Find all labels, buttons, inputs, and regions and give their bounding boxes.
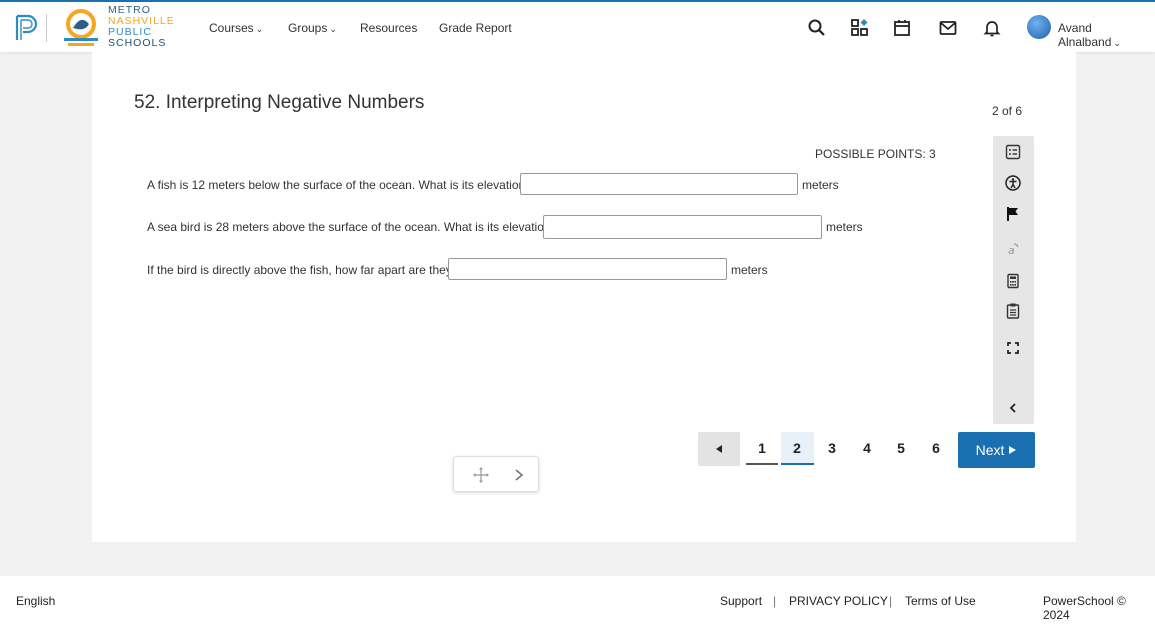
- chevron-down-icon: ⌄: [1113, 38, 1121, 48]
- footer-separator: |: [889, 594, 893, 608]
- question-title: 52. Interpreting Negative Numbers: [134, 92, 425, 113]
- possible-points: POSSIBLE POINTS: 3: [815, 147, 936, 161]
- collapse-icon[interactable]: [1004, 399, 1022, 417]
- question-counter: 2 of 6: [992, 104, 1023, 118]
- page-link-4[interactable]: 4: [856, 440, 878, 456]
- page-link-2[interactable]: 2: [786, 440, 808, 456]
- user-menu[interactable]: Avand Alnalband ⌄: [1058, 21, 1155, 49]
- current-page-indicator: [781, 463, 814, 465]
- powerschool-logo-icon[interactable]: [14, 14, 40, 42]
- question-panel: [92, 52, 1076, 542]
- nav-resources[interactable]: Resources: [360, 21, 417, 35]
- answer-input[interactable]: [520, 173, 798, 195]
- question-prompt: A fish is 12 meters below the surface of…: [147, 178, 532, 192]
- accessibility-icon[interactable]: [1004, 174, 1022, 192]
- answer-input[interactable]: [448, 258, 727, 280]
- floating-nav-control: [453, 456, 539, 492]
- nav-grade-report[interactable]: Grade Report: [439, 21, 512, 35]
- next-button-label: Next: [975, 442, 1005, 458]
- mail-icon[interactable]: [938, 18, 958, 38]
- logo-divider: [46, 14, 47, 42]
- caret-right-icon: [1009, 446, 1017, 454]
- district-name-line: SCHOOLS: [108, 37, 167, 49]
- chevron-right-icon[interactable]: [512, 467, 526, 483]
- page-link-6[interactable]: 6: [925, 440, 947, 456]
- calendar-icon[interactable]: [892, 18, 912, 38]
- unit-label: meters: [826, 220, 863, 234]
- page-link-1[interactable]: 1: [751, 440, 773, 456]
- text-to-speech-icon[interactable]: a: [1004, 240, 1022, 258]
- unit-label: meters: [731, 263, 768, 277]
- nav-groups-label: Groups: [288, 21, 328, 35]
- language-selector[interactable]: English: [16, 594, 55, 608]
- previous-button[interactable]: [698, 432, 740, 466]
- search-icon[interactable]: [807, 18, 827, 38]
- district-name: METRO NASHVILLE PUBLIC SCHOOLS: [108, 5, 175, 49]
- footer: English Support | PRIVACY POLICY | Terms…: [0, 576, 1155, 624]
- chevron-down-icon: ⌄: [255, 24, 264, 34]
- avatar[interactable]: [1027, 15, 1051, 39]
- caret-left-icon: [716, 445, 722, 453]
- question-prompt: A sea bird is 28 meters above the surfac…: [147, 220, 558, 234]
- svg-text:a: a: [1008, 244, 1015, 257]
- district-logo-icon[interactable]: [58, 6, 104, 48]
- unit-label: meters: [802, 178, 839, 192]
- calculator-icon[interactable]: [1004, 272, 1022, 290]
- support-link[interactable]: Support: [720, 594, 762, 608]
- fullscreen-icon[interactable]: [1004, 339, 1022, 357]
- page-1-visited-indicator: [746, 463, 778, 465]
- copyright: PowerSchool © 2024: [1043, 594, 1126, 622]
- footer-separator: |: [773, 594, 777, 608]
- next-button[interactable]: Next: [958, 432, 1035, 468]
- terms-of-use-link[interactable]: Terms of Use: [905, 594, 976, 608]
- flag-icon[interactable]: [1004, 205, 1022, 223]
- page-link-5[interactable]: 5: [890, 440, 912, 456]
- notepad-icon[interactable]: [1004, 302, 1022, 320]
- chevron-down-icon: ⌄: [329, 24, 337, 34]
- question-prompt: If the bird is directly above the fish, …: [147, 263, 459, 277]
- page-link-3[interactable]: 3: [821, 440, 843, 456]
- apps-icon[interactable]: [850, 18, 870, 38]
- nav-courses-label: Courses: [209, 21, 254, 35]
- nav-courses[interactable]: Courses ⌄: [209, 21, 263, 35]
- top-bar: METRO NASHVILLE PUBLIC SCHOOLS Courses ⌄ …: [0, 0, 1155, 52]
- nav-groups[interactable]: Groups ⌄: [288, 21, 337, 35]
- move-icon[interactable]: [472, 466, 490, 484]
- user-name: Avand Alnalband: [1058, 21, 1112, 49]
- directions-icon[interactable]: [1004, 143, 1022, 161]
- privacy-policy-link[interactable]: PRIVACY POLICY: [789, 594, 888, 608]
- answer-input[interactable]: [543, 215, 822, 239]
- bell-icon[interactable]: [982, 18, 1002, 38]
